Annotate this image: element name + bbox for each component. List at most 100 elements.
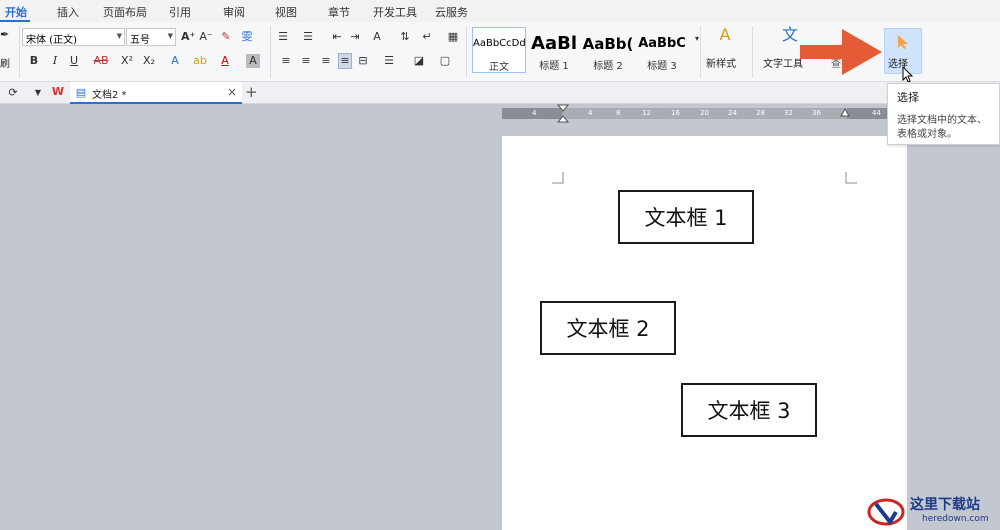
text-effect-icon[interactable]: A (168, 54, 182, 68)
ruler-tick: 32 (784, 109, 793, 117)
site-watermark: 这里下载站 heredown.com (866, 492, 1000, 530)
align-right-icon[interactable]: ≡ (319, 54, 333, 68)
style-name: 标题 3 (647, 61, 677, 72)
decrease-indent-icon[interactable]: ⇤ (330, 30, 344, 44)
margin-corner-mark (845, 172, 857, 184)
phonetic-guide-icon[interactable]: 雯 (240, 30, 254, 44)
tab-view[interactable]: 视图 (275, 4, 297, 20)
ruler-tick: 20 (700, 109, 709, 117)
new-tab-icon[interactable]: + (245, 83, 258, 101)
distribute-icon[interactable]: ⊟ (356, 54, 370, 68)
separator (19, 26, 20, 78)
align-center-icon[interactable]: ≡ (299, 54, 313, 68)
document-tab-bar: ⟳ ▼ W ▤ 文档2 * × + (0, 82, 1000, 104)
font-name-value: 宋体 (正文) (26, 35, 77, 46)
format-painter-label[interactable]: 刷 (0, 55, 10, 70)
watermark-url: heredown.com (922, 514, 989, 524)
font-name-select[interactable]: 宋体 (正文) ▼ (22, 28, 125, 46)
underline-icon[interactable]: U (67, 54, 81, 68)
numbered-list-icon[interactable]: ☰ (301, 30, 315, 44)
show-marks-icon[interactable]: ↵ (420, 30, 434, 44)
tooltip-description: 选择文档中的文本、表格或对象。 (897, 115, 987, 140)
style-sample: AaBbC (638, 36, 686, 51)
style-sample: AaBl (531, 33, 577, 54)
gallery-scroll-icon[interactable]: ▾ (690, 32, 704, 46)
document-page[interactable]: 文本框 1 文本框 2 文本框 3 (502, 136, 907, 530)
cursor-arrow-icon (898, 35, 908, 49)
grow-font-icon[interactable]: A⁺ (181, 30, 195, 44)
ruler-tick: 4 (532, 109, 537, 117)
ruler-tick: 8 (616, 109, 621, 117)
right-indent-marker-icon[interactable] (840, 108, 850, 121)
bold-icon[interactable]: B (27, 54, 41, 68)
wps-logo-icon[interactable]: W (51, 85, 65, 99)
table-icon[interactable]: ▦ (446, 30, 460, 44)
shading-icon[interactable]: ◪ (412, 54, 426, 68)
border-icon[interactable]: ▢ (438, 54, 452, 68)
tab-home[interactable]: 开始 (5, 4, 27, 20)
text-box-2[interactable]: 文本框 2 (540, 301, 676, 355)
ruler-tick: 44 (872, 109, 881, 117)
document-tab[interactable]: ▤ 文档2 * × (70, 82, 242, 104)
document-tab-title: 文档2 * (92, 90, 127, 101)
text-tools-icon[interactable]: 文 (780, 27, 800, 43)
style-name: 标题 1 (539, 61, 569, 72)
bullet-list-icon[interactable]: ☰ (276, 30, 290, 44)
style-normal[interactable]: AaBbCcDd 正文 (472, 27, 526, 73)
indent-marker-icon[interactable] (557, 104, 569, 124)
superscript-icon[interactable]: X² (120, 54, 134, 68)
font-size-select[interactable]: 五号 ▼ (126, 28, 176, 46)
char-scale-icon[interactable]: A (370, 30, 384, 44)
ruler-tick: 4 (588, 109, 593, 117)
text-tools-button[interactable]: 文字工具 (763, 55, 803, 70)
tab-developer[interactable]: 开发工具 (373, 4, 417, 20)
increase-indent-icon[interactable]: ⇥ (348, 30, 362, 44)
new-style-button[interactable]: 新样式 (706, 55, 736, 70)
refresh-icon[interactable]: ⟳ (6, 86, 20, 100)
watermark-logo-icon (867, 498, 905, 526)
font-color-icon[interactable]: A (218, 54, 232, 68)
chevron-down-icon[interactable]: ▼ (31, 86, 45, 100)
format-painter-icon[interactable]: ✒ (0, 28, 9, 41)
sort-icon[interactable]: ⇅ (398, 30, 412, 44)
subscript-icon[interactable]: X₂ (142, 54, 156, 68)
style-heading-1[interactable]: AaBl 标题 1 (528, 27, 580, 73)
align-left-icon[interactable]: ≡ (279, 54, 293, 68)
tooltip-title: 选择 (897, 91, 919, 104)
clear-format-icon[interactable]: ✎ (219, 30, 233, 44)
tab-page-layout[interactable]: 页面布局 (103, 4, 147, 20)
ruler-tick: 12 (642, 109, 651, 117)
ruler-tick: 16 (671, 109, 680, 117)
chevron-down-icon: ▼ (167, 32, 173, 40)
ribbon-tab-bar: 开始 插入 页面布局 引用 审阅 视图 章节 开发工具 云服务 (0, 0, 1000, 22)
text-box-1[interactable]: 文本框 1 (618, 190, 754, 244)
shrink-font-icon[interactable]: A⁻ (199, 30, 213, 44)
separator (752, 26, 753, 78)
ruler-tick: 36 (812, 109, 821, 117)
chevron-down-icon: ▼ (116, 32, 122, 40)
style-name: 正文 (489, 62, 509, 73)
style-heading-3[interactable]: AaBbC 标题 3 (636, 27, 688, 73)
tab-references[interactable]: 引用 (169, 4, 191, 20)
style-heading-2[interactable]: AaBb( 标题 2 (582, 27, 634, 73)
close-tab-icon[interactable]: × (227, 85, 237, 99)
italic-icon[interactable]: I (48, 54, 62, 68)
tab-cloud-service[interactable]: 云服务 (435, 4, 468, 20)
line-spacing-icon[interactable]: ☰ (382, 54, 396, 68)
char-shading-icon[interactable]: A (246, 54, 260, 68)
tab-chapter[interactable]: 章节 (328, 4, 350, 20)
style-sample: AaBb( (582, 35, 634, 53)
highlight-icon[interactable]: ab (193, 54, 207, 68)
document-icon: ▤ (75, 86, 87, 99)
tab-insert[interactable]: 插入 (57, 4, 79, 20)
style-sample: AaBbCcDd (473, 38, 525, 49)
separator (700, 26, 701, 78)
style-name: 标题 2 (593, 61, 623, 72)
ruler-tick: 28 (756, 109, 765, 117)
justify-icon[interactable]: ≡ (338, 53, 352, 69)
tab-review[interactable]: 审阅 (223, 4, 245, 20)
separator (270, 26, 271, 78)
new-style-icon[interactable]: A (715, 27, 735, 43)
text-box-3[interactable]: 文本框 3 (681, 383, 817, 437)
strikethrough-icon[interactable]: AB (90, 54, 112, 68)
